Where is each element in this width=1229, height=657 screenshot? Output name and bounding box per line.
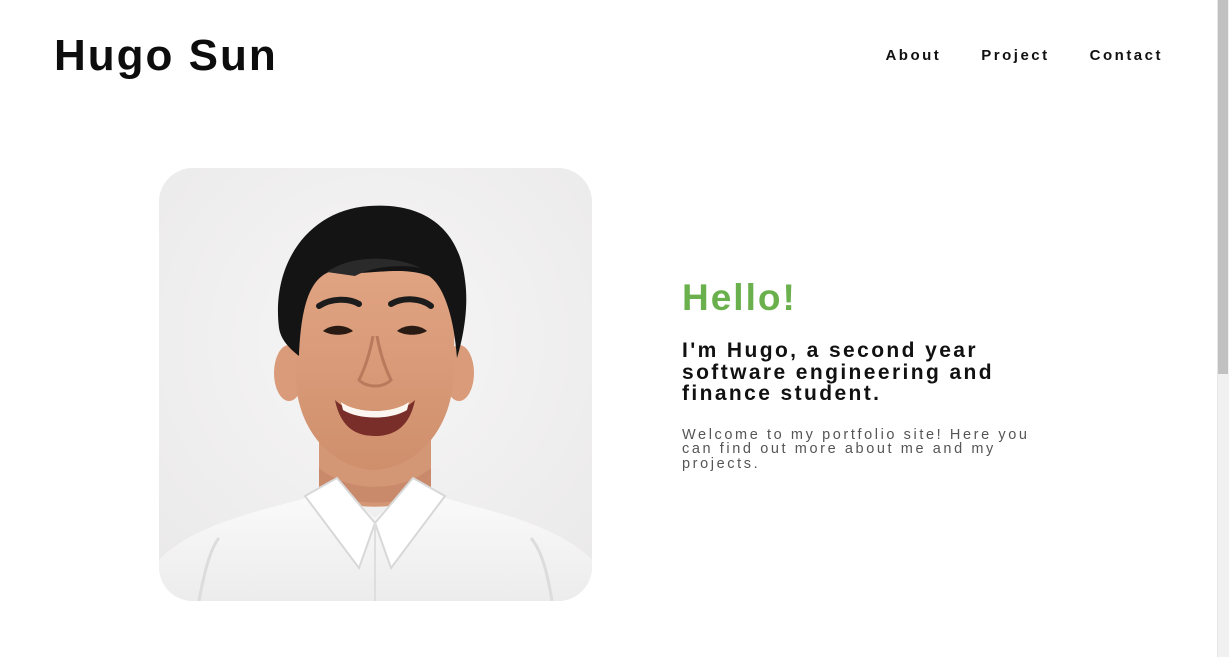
- profile-portrait-illustration: [159, 168, 592, 601]
- main-nav: About Project Contact: [885, 46, 1163, 66]
- site-title[interactable]: Hugo Sun: [54, 30, 278, 82]
- nav-link-project[interactable]: Project: [981, 46, 1049, 66]
- greeting-heading: Hello!: [682, 277, 797, 318]
- welcome-text: Welcome to my portfolio site! Here you c…: [682, 426, 1030, 472]
- nav-link-contact[interactable]: Contact: [1090, 46, 1163, 66]
- intro-section: Hello! I'm Hugo, a second year software …: [682, 276, 1062, 471]
- scrollbar-thumb[interactable]: [1218, 0, 1228, 374]
- tagline-heading: I'm Hugo, a second year software enginee…: [682, 339, 994, 405]
- profile-photo: [159, 168, 592, 601]
- page: Hugo Sun About Project Contact Hello! I'…: [0, 0, 1229, 657]
- nav-link-about[interactable]: About: [885, 46, 941, 66]
- vertical-scrollbar[interactable]: [1217, 0, 1229, 657]
